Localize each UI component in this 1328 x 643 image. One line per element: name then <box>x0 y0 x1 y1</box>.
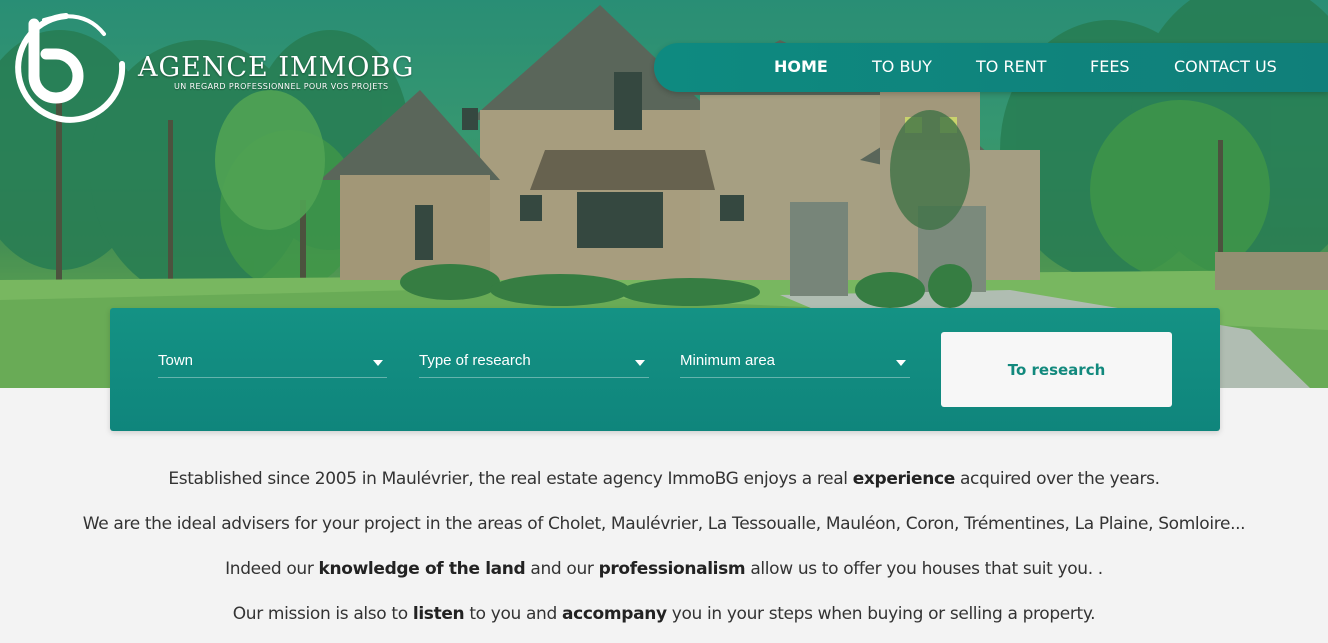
logo-mark-icon <box>15 13 126 123</box>
intro-highlight-knowledge: knowledge of the land <box>318 559 526 579</box>
property-search-panel: Town Type of research Minimum area To re… <box>110 308 1220 431</box>
intro-line-4-text-mid: to you and <box>464 604 562 624</box>
intro-highlight-experience: experience <box>852 469 956 489</box>
research-type-select[interactable]: Type of research <box>419 348 649 378</box>
brand-tagline: UN REGARD PROFESSIONNEL POUR VOS PROJETS <box>174 82 389 91</box>
nav-item-contact-us[interactable]: CONTACT US <box>1174 57 1277 76</box>
nav-item-home[interactable]: HOME <box>774 57 828 76</box>
main-navigation: HOME TO BUY TO RENT FEES CONTACT US <box>654 43 1328 92</box>
intro-line-1-text: Established since 2005 in Maulévrier, th… <box>168 469 853 489</box>
intro-line-3-text-mid: and our <box>525 559 599 579</box>
intro-highlight-listen: listen <box>412 604 465 624</box>
intro-line-4: Our mission is also to listen to you and… <box>0 592 1328 637</box>
intro-line-4-text-end: you in your steps when buying or selling… <box>666 604 1096 624</box>
agency-logo[interactable]: AGENCE IMMOBG UN REGARD PROFESSIONNEL PO… <box>4 6 464 131</box>
intro-line-3: Indeed our knowledge of the land and our… <box>0 547 1328 592</box>
nav-item-fees[interactable]: FEES <box>1090 57 1130 76</box>
intro-line-1: Established since 2005 in Maulévrier, th… <box>0 457 1328 502</box>
caret-down-icon <box>635 360 645 366</box>
intro-line-1-text-end: acquired over the years. <box>954 469 1160 489</box>
intro-highlight-professionalism: professionalism <box>598 559 746 579</box>
town-select-label: Town <box>158 352 194 369</box>
intro-highlight-accompany: accompany <box>561 604 667 624</box>
minimum-area-select[interactable]: Minimum area <box>680 348 910 378</box>
caret-down-icon <box>896 360 906 366</box>
intro-line-3-text-end: allow us to offer you houses that suit y… <box>745 559 1103 579</box>
agency-introduction: Established since 2005 in Maulévrier, th… <box>0 457 1328 637</box>
minimum-area-select-label: Minimum area <box>680 352 776 369</box>
intro-line-3-text: Indeed our <box>225 559 319 579</box>
nav-item-to-buy[interactable]: TO BUY <box>872 57 932 76</box>
brand-name: AGENCE IMMOBG <box>138 52 415 83</box>
to-research-button[interactable]: To research <box>941 332 1172 407</box>
intro-line-2-text: We are the ideal advisers for your proje… <box>82 514 1246 534</box>
nav-item-to-rent[interactable]: TO RENT <box>976 57 1046 76</box>
caret-down-icon <box>373 360 383 366</box>
intro-line-2: We are the ideal advisers for your proje… <box>0 502 1328 547</box>
research-type-select-label: Type of research <box>419 352 531 369</box>
town-select[interactable]: Town <box>158 348 387 378</box>
intro-line-4-text: Our mission is also to <box>232 604 413 624</box>
